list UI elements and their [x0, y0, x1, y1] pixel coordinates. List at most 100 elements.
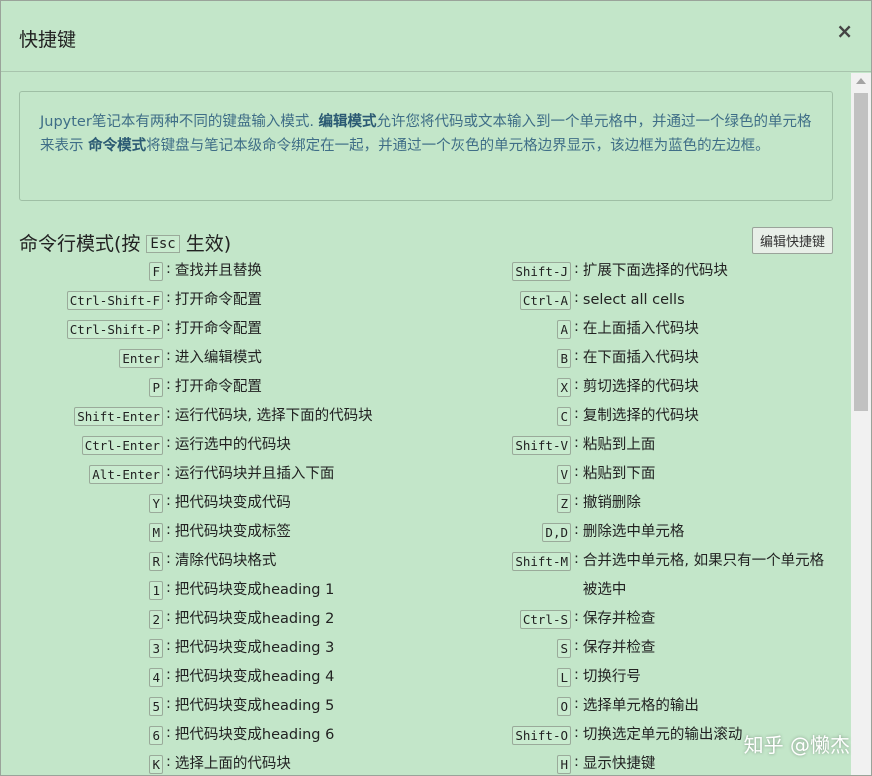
key-badge: B — [557, 349, 571, 368]
shortcut-description: 运行选中的代码块 — [174, 437, 291, 453]
shortcut-keys: C — [419, 404, 571, 426]
shortcut-description: 切换选定单元的输出滚动 — [582, 727, 743, 743]
shortcut-keys: Z — [419, 491, 571, 513]
shortcut-row: R: 清除代码块格式 — [19, 549, 419, 578]
key-badge: C — [557, 407, 571, 426]
separator: : — [574, 609, 579, 625]
shortcut-row: F: 查找并且替换 — [19, 259, 419, 288]
shortcut-description: 打开命令配置 — [174, 379, 262, 395]
shortcut-keys: Ctrl-Shift-P — [19, 317, 163, 339]
key-badge: Ctrl-Shift-P — [66, 320, 163, 339]
shortcut-description: 把代码块变成heading 3 — [174, 640, 335, 656]
shortcut-keys: X — [419, 375, 571, 397]
shortcut-keys: 2 — [19, 607, 163, 629]
shortcut-keys: V — [419, 462, 571, 484]
shortcut-keys: Ctrl-Shift-F — [19, 288, 163, 310]
shortcut-description: 粘贴到下面 — [582, 466, 656, 482]
edit-shortcuts-button[interactable]: 编辑快捷键 — [751, 227, 833, 254]
separator: : — [166, 638, 171, 654]
shortcut-keys: O — [419, 694, 571, 716]
shortcut-keys: D,D — [419, 520, 571, 542]
separator: : — [166, 261, 171, 277]
shortcut-row: K: 选择上面的代码块 — [19, 752, 419, 775]
info-edit-mode: 编辑模式 — [318, 114, 377, 130]
shortcut-row: Alt-Enter: 运行代码块并且插入下面 — [19, 462, 419, 491]
shortcut-row: P: 打开命令配置 — [19, 375, 419, 404]
scroll-up-arrow-icon[interactable] — [856, 78, 866, 84]
shortcut-row: C: 复制选择的代码块 — [419, 404, 833, 433]
shortcut-row: V: 粘贴到下面 — [419, 462, 833, 491]
separator: : — [574, 725, 579, 741]
shortcut-keys: 3 — [19, 636, 163, 658]
shortcut-description: 选择上面的代码块 — [174, 756, 291, 772]
separator: : — [574, 667, 579, 683]
shortcut-row: 6: 把代码块变成heading 6 — [19, 723, 419, 752]
key-badge: 5 — [149, 697, 163, 716]
close-icon[interactable]: × — [836, 19, 853, 43]
section-title-prefix: 命令行模式(按 — [19, 233, 141, 255]
shortcut-keys: Shift-V — [419, 433, 571, 455]
watermark: 知乎 @懒杰 — [743, 733, 850, 757]
section-title-suffix: 生效) — [185, 233, 232, 255]
key-badge: K — [149, 755, 163, 774]
separator: : — [166, 319, 171, 335]
shortcut-description: 打开命令配置 — [174, 292, 262, 308]
separator: : — [166, 377, 171, 393]
shortcut-description: 保存并检查 — [582, 640, 656, 656]
shortcut-keys: K — [19, 752, 163, 774]
key-badge: V — [557, 465, 571, 484]
separator: : — [166, 522, 171, 538]
shortcut-row: 1: 把代码块变成heading 1 — [19, 578, 419, 607]
shortcut-row: A: 在上面插入代码块 — [419, 317, 833, 346]
key-badge: Shift-O — [512, 726, 571, 745]
shortcut-keys: F — [19, 259, 163, 281]
key-badge: 1 — [149, 581, 163, 600]
shortcut-row: Shift-J: 扩展下面选择的代码块 — [419, 259, 833, 288]
key-badge: Ctrl-A — [519, 291, 571, 310]
info-box: Jupyter笔记本有两种不同的键盘输入模式. 编辑模式允许您将代码或文本输入到… — [19, 91, 833, 201]
separator: : — [574, 551, 579, 567]
separator: : — [574, 406, 579, 422]
info-text-3: 将键盘与笔记本级命令绑定在一起，并通过一个灰色的单元格边界显示，该边框为蓝色的左… — [146, 138, 770, 154]
key-badge: D,D — [542, 523, 571, 542]
shortcut-description: 把代码块变成heading 6 — [174, 727, 335, 743]
separator: : — [166, 493, 171, 509]
vertical-scrollbar[interactable] — [851, 73, 871, 775]
key-badge: P — [149, 378, 163, 397]
shortcut-description: 运行代码块, 选择下面的代码块 — [174, 408, 373, 424]
section-header: 命令行模式(按 Esc 生效) 编辑快捷键 — [19, 223, 833, 257]
shortcut-description: 选择单元格的输出 — [582, 698, 699, 714]
shortcut-keys: Y — [19, 491, 163, 513]
shortcut-keys: A — [419, 317, 571, 339]
shortcut-keys: Enter — [19, 346, 163, 368]
separator: : — [574, 319, 579, 335]
key-badge: Shift-V — [512, 436, 571, 455]
shortcut-row: Ctrl-A: select all cells — [419, 288, 833, 317]
key-badge: F — [149, 262, 163, 281]
shortcut-description: 保存并检查 — [582, 611, 656, 627]
left-shortcut-list: F: 查找并且替换 Ctrl-Shift-F: 打开命令配置 Ctrl-Shift-P:… — [19, 259, 419, 775]
key-badge: A — [557, 320, 571, 339]
shortcut-keys: R — [19, 549, 163, 571]
shortcut-description: 粘贴到上面 — [582, 437, 656, 453]
scroll-thumb[interactable] — [854, 93, 868, 411]
dialog-header: 快捷键 × — [1, 1, 871, 72]
separator: : — [166, 696, 171, 712]
shortcut-description: 把代码块变成heading 2 — [174, 611, 335, 627]
shortcut-description: select all cells — [582, 292, 685, 308]
shortcut-row: 4: 把代码块变成heading 4 — [19, 665, 419, 694]
separator: : — [574, 377, 579, 393]
shortcut-description: 把代码块变成heading 4 — [174, 669, 335, 685]
shortcut-row: X: 剪切选择的代码块 — [419, 375, 833, 404]
separator: : — [574, 522, 579, 538]
shortcut-keys: B — [419, 346, 571, 368]
shortcut-keys: Ctrl-A — [419, 288, 571, 310]
shortcut-row: M: 把代码块变成标签 — [19, 520, 419, 549]
separator: : — [166, 609, 171, 625]
shortcut-description: 把代码块变成heading 5 — [174, 698, 335, 714]
key-badge: S — [557, 639, 571, 658]
key-badge: Alt-Enter — [89, 465, 163, 484]
shortcut-description: 删除选中单元格 — [582, 524, 685, 540]
shortcut-keys: L — [419, 665, 571, 687]
dialog-title: 快捷键 — [19, 29, 77, 51]
